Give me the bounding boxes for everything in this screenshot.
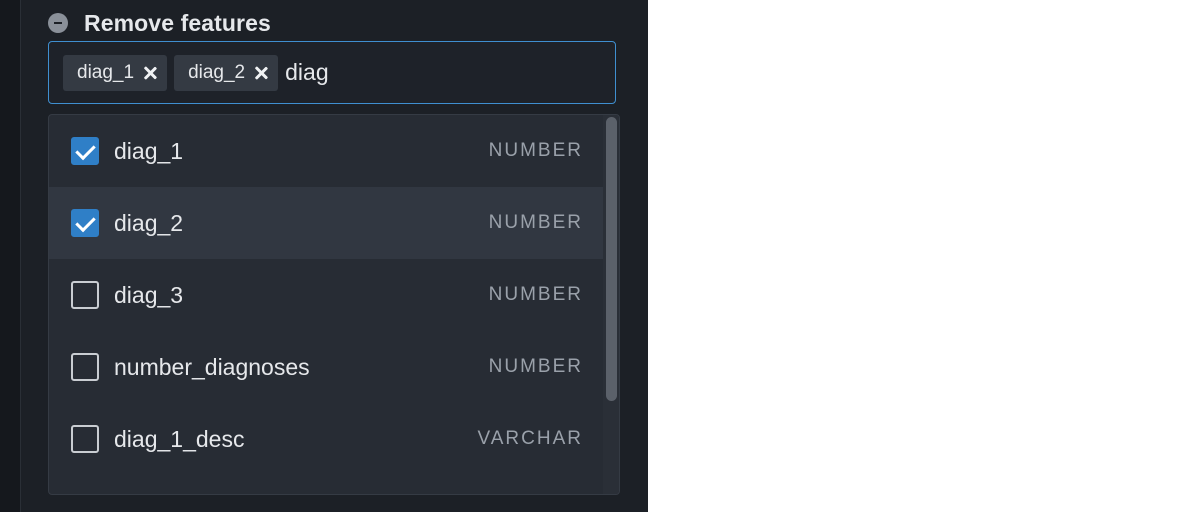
option-type: NUMBER xyxy=(488,284,583,305)
chip-label: diag_1 xyxy=(77,61,135,83)
scrollbar-thumb[interactable] xyxy=(606,117,617,401)
option-label: number_diagnoses xyxy=(114,353,310,380)
option-type: NUMBER xyxy=(488,356,583,377)
scrollbar[interactable] xyxy=(603,115,619,494)
close-icon[interactable] xyxy=(143,66,157,80)
search-input[interactable] xyxy=(285,59,486,86)
list-item[interactable]: diag_3 NUMBER xyxy=(49,259,605,331)
list-item[interactable]: diag_1_desc VARCHAR xyxy=(49,403,605,475)
list-item[interactable]: diag_2 NUMBER xyxy=(49,187,605,259)
selected-chip: diag_1 xyxy=(63,54,168,91)
checkbox[interactable] xyxy=(71,281,99,309)
section-title: Remove features xyxy=(84,9,271,36)
feature-multiselect[interactable]: diag_1 diag_2 xyxy=(48,41,616,104)
option-type: NUMBER xyxy=(488,140,583,161)
checkbox[interactable] xyxy=(71,137,99,165)
checkbox[interactable] xyxy=(71,353,99,381)
option-label: diag_3 xyxy=(114,281,184,308)
option-type: NUMBER xyxy=(488,212,583,233)
list-item[interactable]: number_diagnoses NUMBER xyxy=(49,331,605,403)
option-label: diag_1 xyxy=(114,137,184,164)
option-label: diag_2 xyxy=(114,209,184,236)
features-panel: Remove features diag_1 diag_2 diag_1 NUM… xyxy=(0,0,648,512)
selected-chip: diag_2 xyxy=(174,54,279,91)
minus-circle-icon[interactable] xyxy=(48,13,68,33)
left-rail xyxy=(0,0,21,512)
chip-label: diag_2 xyxy=(188,61,246,83)
checkbox[interactable] xyxy=(71,425,99,453)
option-label: diag_1_desc xyxy=(114,425,245,452)
option-type: VARCHAR xyxy=(477,428,583,449)
section-header: Remove features xyxy=(48,8,271,38)
checkbox[interactable] xyxy=(71,209,99,237)
options-dropdown: diag_1 NUMBER diag_2 NUMBER diag_3 NUMBE… xyxy=(48,114,620,495)
list-item[interactable]: diag_1 NUMBER xyxy=(49,115,605,187)
close-icon[interactable] xyxy=(254,66,268,80)
